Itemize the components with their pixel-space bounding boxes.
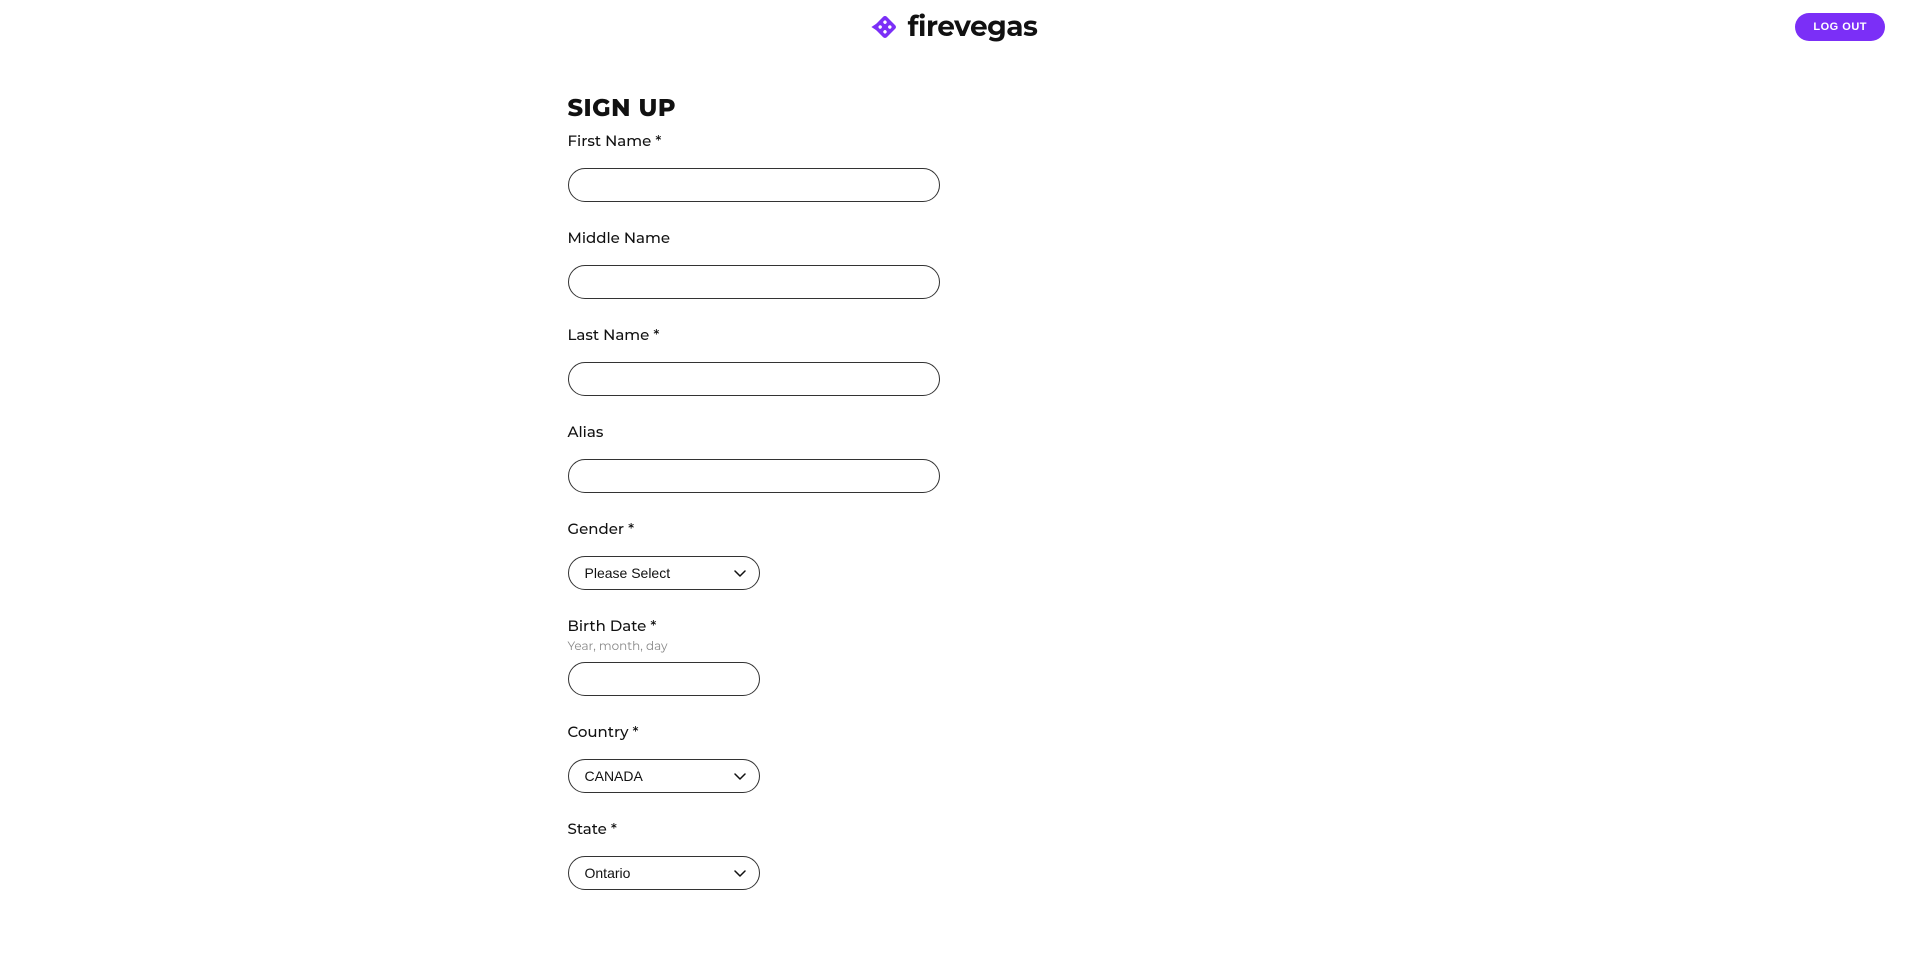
state-select-wrapper: Ontario [568, 856, 760, 890]
birth-date-label: Birth Date * [568, 616, 1338, 635]
country-select-wrapper: CANADA [568, 759, 760, 793]
signup-form-container: SIGN UP First Name * Middle Name Last Na… [568, 54, 1338, 956]
middle-name-label: Middle Name [568, 228, 1338, 247]
gender-label: Gender * [568, 519, 1338, 538]
gender-select-wrapper: Please Select [568, 556, 760, 590]
last-name-group: Last Name * [568, 325, 1338, 396]
alias-input[interactable] [568, 459, 940, 493]
last-name-label: Last Name * [568, 325, 1338, 344]
brand-name: firevegas [908, 10, 1038, 44]
last-name-input[interactable] [568, 362, 940, 396]
birth-date-group: Birth Date * Year, month, day [568, 616, 1338, 696]
birth-date-help: Year, month, day [568, 639, 1338, 654]
alias-label: Alias [568, 422, 1338, 441]
birth-date-input[interactable] [568, 662, 760, 696]
country-select[interactable]: CANADA [568, 759, 760, 793]
state-select[interactable]: Ontario [568, 856, 760, 890]
state-label: State * [568, 819, 1338, 838]
brand-logo[interactable]: firevegas [868, 10, 1038, 44]
country-group: Country * CANADA [568, 722, 1338, 793]
first-name-label: First Name * [568, 131, 1338, 150]
gender-select[interactable]: Please Select [568, 556, 760, 590]
middle-name-group: Middle Name [568, 228, 1338, 299]
page-title: SIGN UP [568, 94, 1338, 123]
country-label: Country * [568, 722, 1338, 741]
brand-logo-icon [868, 10, 902, 44]
first-name-group: First Name * [568, 131, 1338, 202]
logout-button[interactable]: LOG OUT [1795, 13, 1885, 41]
middle-name-input[interactable] [568, 265, 940, 299]
header: firevegas LOG OUT [0, 0, 1905, 54]
first-name-input[interactable] [568, 168, 940, 202]
gender-group: Gender * Please Select [568, 519, 1338, 590]
state-group: State * Ontario [568, 819, 1338, 890]
alias-group: Alias [568, 422, 1338, 493]
